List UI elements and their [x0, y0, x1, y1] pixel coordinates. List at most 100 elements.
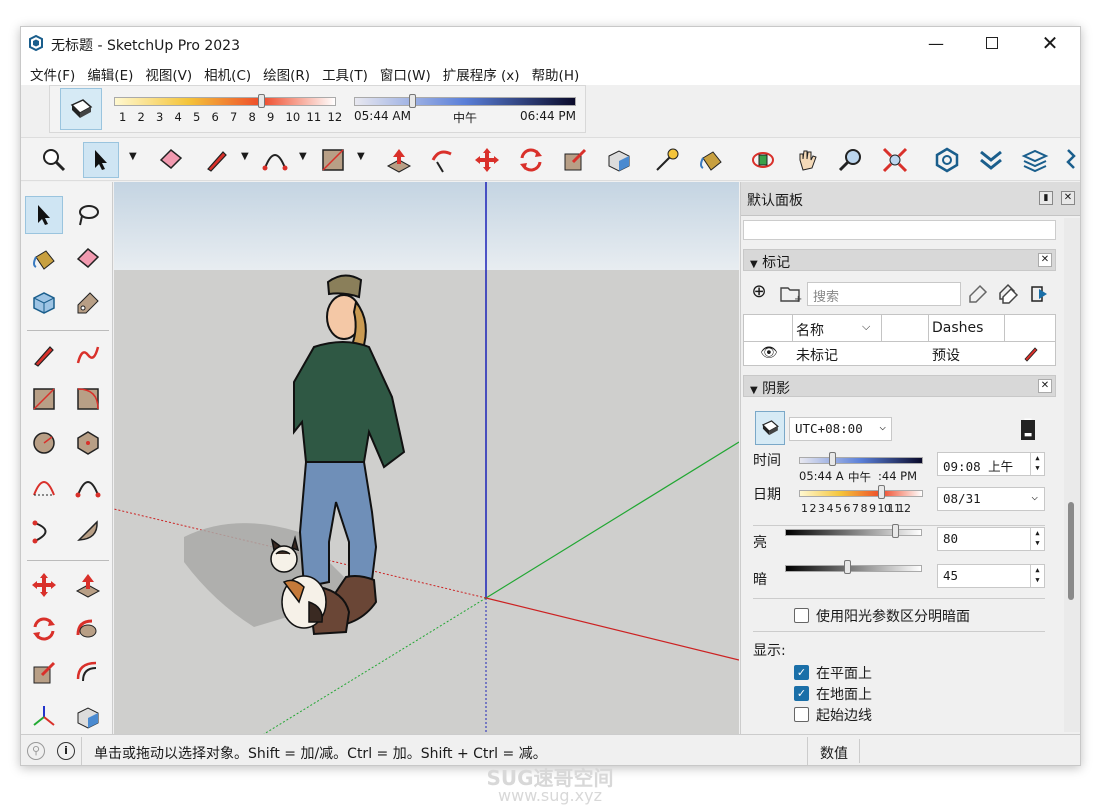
tag-details-icon[interactable]: [997, 283, 1019, 305]
shadows-close-icon[interactable]: ✕: [1038, 379, 1052, 393]
col-name-header[interactable]: 名称: [796, 320, 824, 340]
polygon-tool[interactable]: [69, 424, 107, 462]
tray-close-icon[interactable]: ✕: [1061, 191, 1075, 205]
timezone-select[interactable]: UTC+08:00 ⌵: [789, 417, 892, 441]
time-slider-thumb[interactable]: [408, 94, 416, 108]
pin-icon[interactable]: ▮: [1039, 191, 1053, 205]
time-slider-track[interactable]: [354, 97, 576, 106]
add-tag-icon[interactable]: ⊕: [749, 283, 769, 303]
section-plane-button[interactable]: [601, 142, 637, 178]
menu-view[interactable]: 视图(V): [140, 59, 197, 85]
lasso-tool[interactable]: [69, 196, 107, 234]
freehand-tool[interactable]: [69, 336, 107, 374]
circle-tool[interactable]: [25, 424, 63, 462]
light-spinner[interactable]: ▲ ▼: [1030, 528, 1044, 550]
rectangle-dropdown-caret[interactable]: ▼: [357, 151, 365, 162]
move-tool-button[interactable]: [469, 142, 505, 178]
scale-tool[interactable]: [25, 654, 63, 692]
sun-shading-checkbox[interactable]: [794, 608, 809, 623]
arc-tool-button[interactable]: [257, 142, 293, 178]
on-faces-checkbox[interactable]: ✓: [794, 665, 809, 680]
month-slider-track[interactable]: [114, 97, 336, 106]
scrollbar-thumb[interactable]: [1068, 502, 1074, 600]
scale-tool-button[interactable]: [557, 142, 593, 178]
paint-bucket-tool[interactable]: [25, 240, 63, 278]
three-point-arc-tool[interactable]: [25, 512, 63, 550]
paint-bucket-button[interactable]: [693, 142, 729, 178]
from-edges-checkbox[interactable]: [794, 707, 809, 722]
tray-scrollbar[interactable]: [1064, 218, 1080, 732]
eraser-tool[interactable]: [69, 240, 107, 278]
light-input[interactable]: 80 ▲ ▼: [937, 527, 1045, 551]
zoom-extents-button[interactable]: [36, 142, 72, 178]
menu-help[interactable]: 帮助(H): [527, 59, 585, 85]
tags-close-icon[interactable]: ✕: [1038, 253, 1052, 267]
light-thumb[interactable]: [891, 524, 899, 538]
rectangle-tool[interactable]: [25, 380, 63, 418]
panel-time-track[interactable]: [799, 457, 923, 464]
tag-tool-icon[interactable]: [967, 283, 989, 305]
date-input[interactable]: 08/31 ⌵: [937, 487, 1045, 511]
eraser-tool-button[interactable]: [153, 142, 189, 178]
menu-window[interactable]: 窗口(W): [375, 59, 436, 85]
time-input[interactable]: 09:08 上午 ▲ ▼: [937, 452, 1045, 476]
push-pull-tool[interactable]: [69, 566, 107, 604]
light-track[interactable]: [785, 529, 922, 536]
follow-me-tool[interactable]: [69, 610, 107, 648]
expand-details-icon[interactable]: ▔ ▬: [1021, 420, 1035, 440]
zoom-button[interactable]: [833, 142, 869, 178]
on-ground-checkbox[interactable]: ✓: [794, 686, 809, 701]
col-dashes-header[interactable]: Dashes: [932, 320, 983, 336]
push-pull-button[interactable]: [381, 142, 417, 178]
orbit-button[interactable]: [745, 142, 781, 178]
show-shadows-button[interactable]: [60, 88, 102, 130]
arc-tool[interactable]: [25, 468, 63, 506]
month-slider-thumb[interactable]: [257, 94, 265, 108]
measurements-input[interactable]: [859, 739, 1077, 763]
make-component-tool[interactable]: [25, 284, 63, 322]
tag-row-dashes[interactable]: 预设: [932, 345, 960, 365]
arc-dropdown-caret[interactable]: ▼: [299, 151, 307, 162]
line-tool-button[interactable]: [199, 142, 235, 178]
select-tool-button[interactable]: [83, 142, 119, 178]
close-button[interactable]: ✕: [1027, 27, 1073, 59]
select-dropdown-caret[interactable]: ▼: [129, 151, 137, 162]
move-tool[interactable]: [25, 566, 63, 604]
dark-spinner[interactable]: ▲ ▼: [1030, 565, 1044, 587]
panel-date-thumb[interactable]: [877, 485, 885, 499]
zoom-extents-button-2[interactable]: [877, 142, 913, 178]
menu-camera[interactable]: 相机(C): [199, 59, 256, 85]
pan-button[interactable]: [789, 142, 825, 178]
tag-search-field[interactable]: 搜索: [807, 282, 961, 306]
dark-input[interactable]: 45 ▲ ▼: [937, 564, 1045, 588]
extension-warehouse-button[interactable]: [973, 142, 1009, 178]
tag-tool[interactable]: [69, 284, 107, 322]
two-point-arc-tool[interactable]: [69, 468, 107, 506]
tags-section-header[interactable]: ▼ 标记 ✕: [743, 249, 1056, 271]
menu-extensions[interactable]: 扩展程序 (x): [438, 59, 525, 85]
menu-draw[interactable]: 绘图(R): [258, 59, 315, 85]
panel-date-track[interactable]: [799, 490, 923, 497]
rectangle-tool-button[interactable]: [315, 142, 351, 178]
tag-color-pencil-icon[interactable]: [1022, 344, 1040, 362]
offset-tool[interactable]: [69, 654, 107, 692]
rotate-tool[interactable]: [25, 610, 63, 648]
shadows-section-header[interactable]: ▼ 阴影 ✕: [743, 375, 1056, 397]
menu-file[interactable]: 文件(F): [25, 59, 80, 85]
eye-visibility-icon[interactable]: 👁: [760, 345, 778, 361]
add-tag-folder-icon[interactable]: +: [779, 282, 803, 305]
dark-track[interactable]: [785, 565, 922, 572]
axes-tool[interactable]: [25, 698, 63, 736]
dark-thumb[interactable]: [843, 560, 851, 574]
line-tool[interactable]: [25, 336, 63, 374]
minimize-button[interactable]: —: [913, 27, 959, 59]
sort-chevron-icon[interactable]: ⌵: [862, 320, 870, 334]
pie-tool[interactable]: [69, 512, 107, 550]
menu-tools[interactable]: 工具(T): [317, 59, 373, 85]
panel-time-thumb[interactable]: [829, 452, 837, 466]
menu-edit[interactable]: 编辑(E): [82, 59, 138, 85]
drawing-viewport[interactable]: [114, 182, 739, 734]
maximize-button[interactable]: [969, 27, 1015, 59]
line-dropdown-caret[interactable]: ▼: [241, 151, 249, 162]
tag-export-icon[interactable]: [1029, 283, 1051, 305]
